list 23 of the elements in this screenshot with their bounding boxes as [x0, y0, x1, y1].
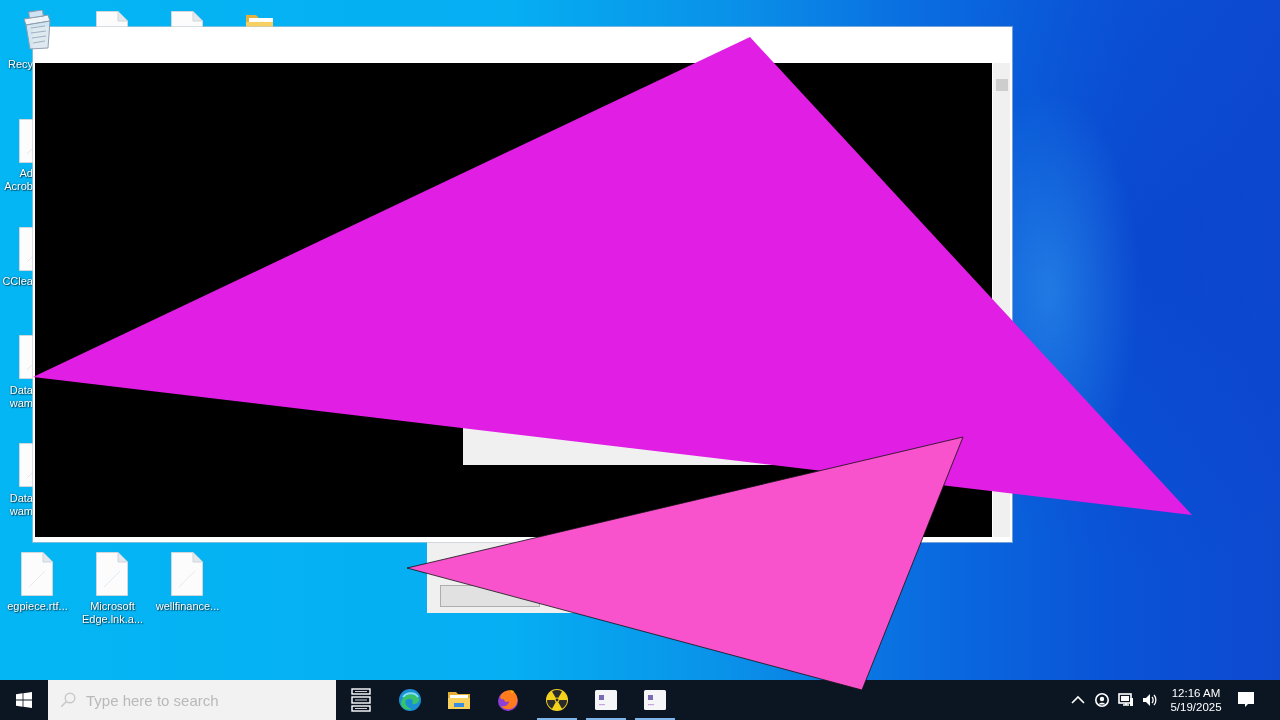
search-field[interactable]: Type here to search: [48, 680, 336, 720]
start-icon: [16, 692, 32, 708]
task-view-icon: [348, 688, 373, 712]
fireball-icon: [495, 688, 520, 712]
ring-icon[interactable]: [1094, 692, 1110, 708]
network-icon[interactable]: [1118, 692, 1134, 708]
radiation-icon: [544, 688, 569, 712]
icon-label: egpiece.rtf...: [6, 600, 69, 613]
icon-label: Data wam: [8, 492, 33, 518]
volume-icon[interactable]: [1142, 692, 1158, 708]
window-icon: [593, 688, 618, 712]
icon-label: Ad Acrob: [3, 167, 33, 193]
scrollbar-thumb[interactable]: [996, 79, 1008, 91]
icon-label: Microsoft Edge.lnk.a...: [80, 600, 145, 626]
icon-label: Data wam: [8, 384, 33, 410]
icon-label: wellfinance...: [154, 600, 221, 613]
notification-icon[interactable]: [1237, 691, 1255, 709]
icon-label: Recy: [6, 58, 33, 71]
window-icon: [642, 688, 667, 712]
icon-label: CClea: [1, 275, 33, 288]
clock-button[interactable]: 12:16 AM 5/19/2025: [1162, 680, 1230, 720]
swirl-icon: [397, 688, 422, 712]
search-icon: [60, 692, 76, 708]
